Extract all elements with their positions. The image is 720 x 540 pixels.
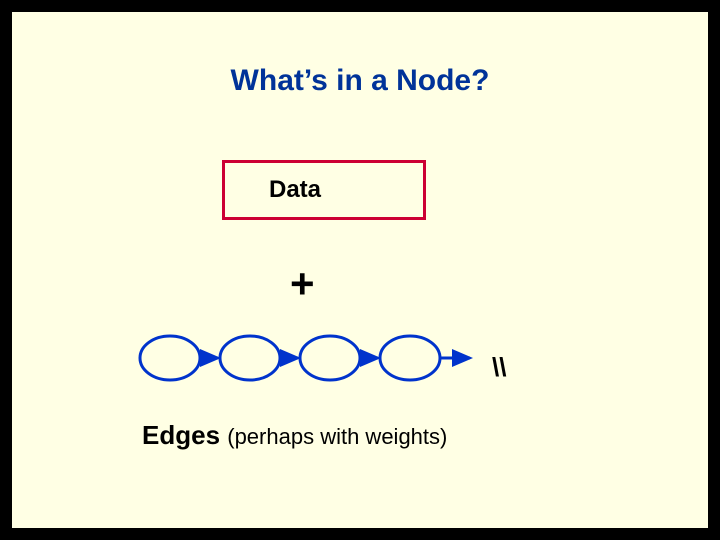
data-box: Data (222, 160, 426, 220)
slide-canvas: What’s in a Node? Data + \\ (12, 12, 708, 528)
data-box-label: Data (269, 176, 321, 204)
node-chain-diagram (134, 330, 494, 390)
plus-symbol: + (290, 260, 315, 308)
slide-title: What’s in a Node? (12, 64, 708, 98)
chain-node-icon (300, 336, 360, 380)
edges-sublabel: (perhaps with weights) (227, 424, 447, 449)
chain-node-icon (220, 336, 280, 380)
slide-frame: What’s in a Node? Data + \\ (0, 0, 720, 540)
edges-label: Edges (142, 420, 227, 450)
list-terminator: \\ (492, 352, 506, 383)
chain-node-icon (380, 336, 440, 380)
chain-node-icon (140, 336, 200, 380)
edges-caption: Edges (perhaps with weights) (142, 420, 447, 451)
